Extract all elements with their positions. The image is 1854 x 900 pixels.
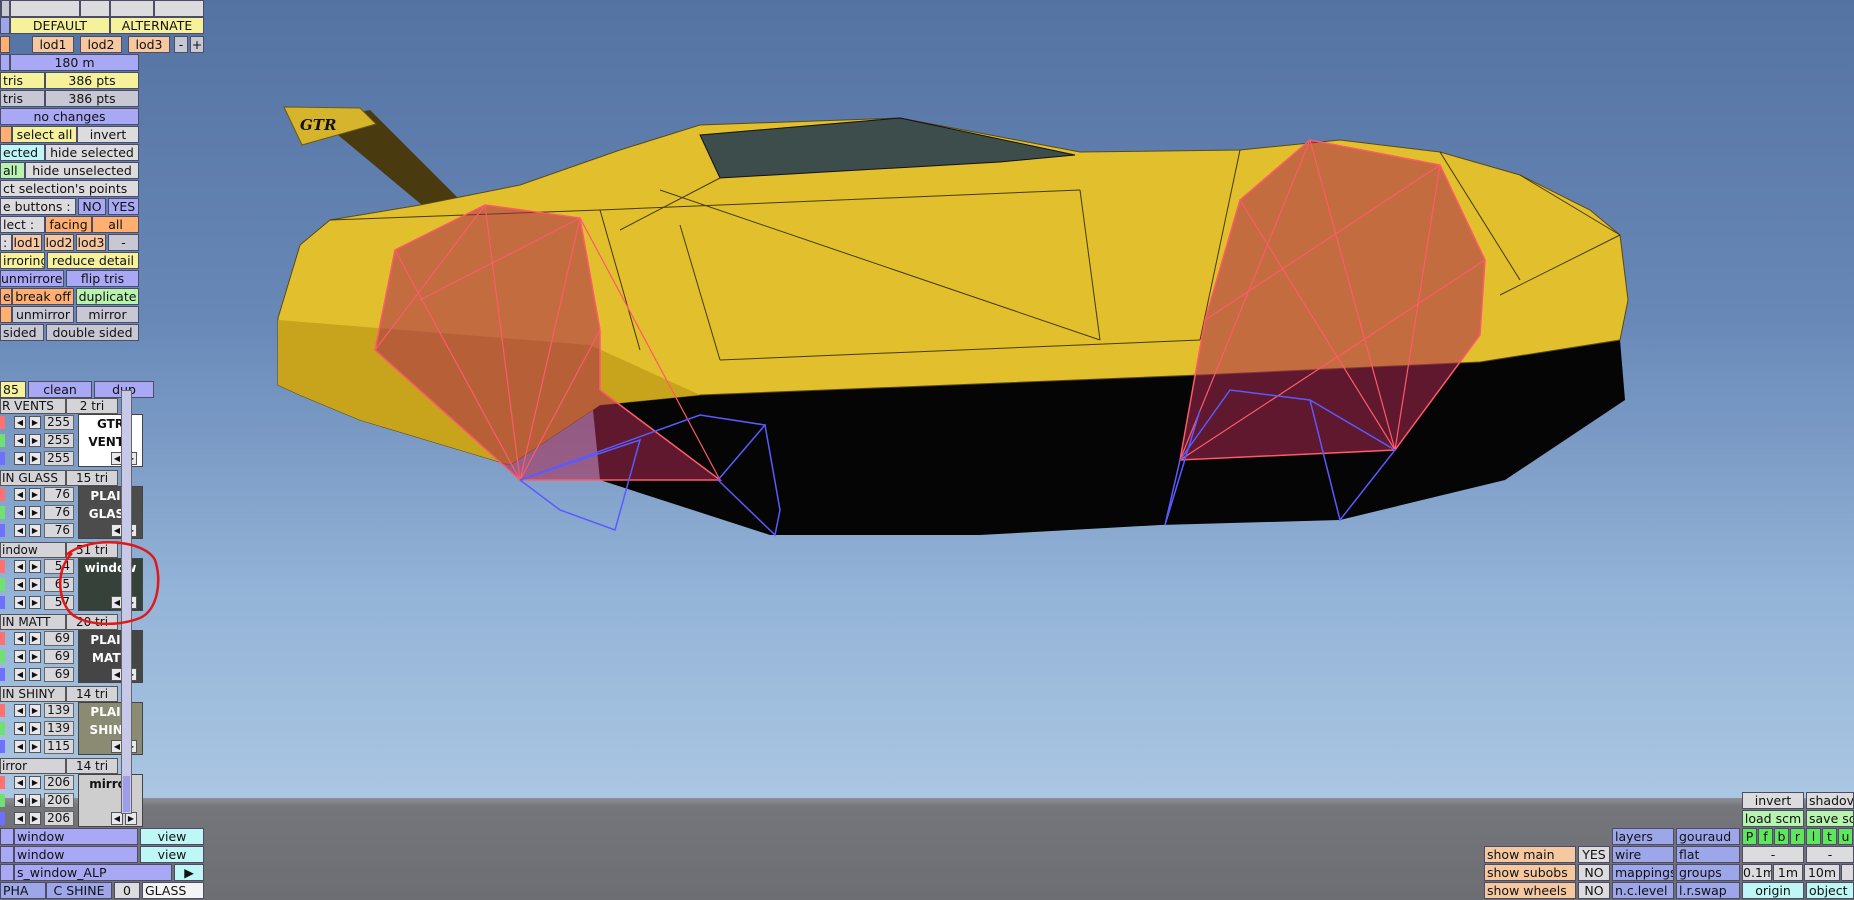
annotation-overlay [59, 541, 160, 626]
red-circle-annotation [59, 541, 160, 626]
3d-viewport[interactable]: GTR DEFAULT ALTERNATE lod1 lod2 lod3 - +… [0, 0, 1854, 900]
